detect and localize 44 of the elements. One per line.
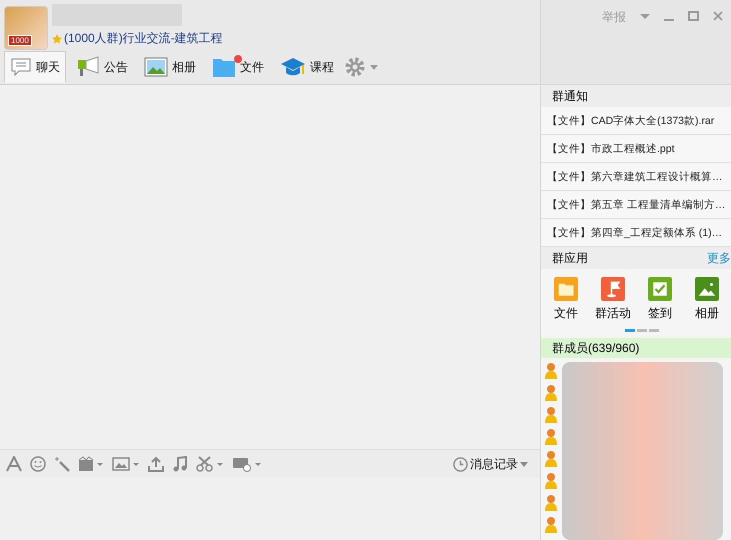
music-note-icon[interactable]: [172, 456, 188, 472]
chat-bubble-icon: [10, 56, 32, 78]
dropdown-caret-icon: [520, 462, 528, 466]
image-dropdown-icon[interactable]: [112, 456, 140, 472]
app-button[interactable]: 相册: [686, 277, 728, 325]
section-title: 群通知: [552, 88, 588, 104]
member-avatar-icon: [544, 516, 558, 534]
member-count-badge: 1000: [8, 35, 32, 46]
screen-share-dropdown-icon[interactable]: [232, 456, 262, 472]
group-subtitle: (1000人群)行业交流-建筑工程: [64, 30, 223, 47]
tab[interactable]: 聊天: [4, 51, 66, 83]
maximize-icon[interactable]: [688, 9, 699, 23]
tab[interactable]: 课程: [274, 51, 340, 83]
member-count: 群成员(639/960): [552, 340, 640, 356]
font-icon[interactable]: [6, 456, 22, 472]
close-icon[interactable]: [713, 9, 723, 23]
tab[interactable]: 相册: [138, 51, 202, 83]
upload-icon[interactable]: [148, 456, 164, 472]
folder-icon: [212, 56, 236, 78]
star-icon: [52, 34, 62, 44]
member-avatar-icon: [544, 428, 558, 446]
member-avatar-icon: [544, 384, 558, 402]
clock-icon: [453, 456, 468, 472]
message-history-button[interactable]: 消息记录: [447, 454, 534, 474]
tab[interactable]: 文件: [206, 51, 270, 83]
app-button[interactable]: 文件: [545, 277, 587, 325]
section-title: 群应用: [552, 250, 588, 266]
gift-dropdown-icon[interactable]: [78, 456, 104, 472]
megaphone-icon: [76, 56, 100, 78]
member-avatar-icon: [544, 494, 558, 512]
member-avatar-icon: [544, 362, 558, 380]
app-button[interactable]: 签到: [639, 277, 681, 325]
member-avatar-icon: [544, 472, 558, 490]
member-avatar-icon: [544, 450, 558, 468]
smiley-icon[interactable]: [30, 456, 46, 472]
magic-wand-icon[interactable]: [54, 456, 70, 472]
graduation-cap-icon: [280, 56, 306, 78]
picture-icon: [144, 57, 168, 77]
settings-icon[interactable]: [344, 56, 366, 78]
dropdown-caret-icon[interactable]: [370, 64, 378, 70]
member-avatar-icon: [544, 406, 558, 424]
app-button[interactable]: 群活动: [592, 277, 634, 325]
scissors-dropdown-icon[interactable]: [196, 456, 224, 472]
tab[interactable]: 公告: [70, 51, 134, 83]
